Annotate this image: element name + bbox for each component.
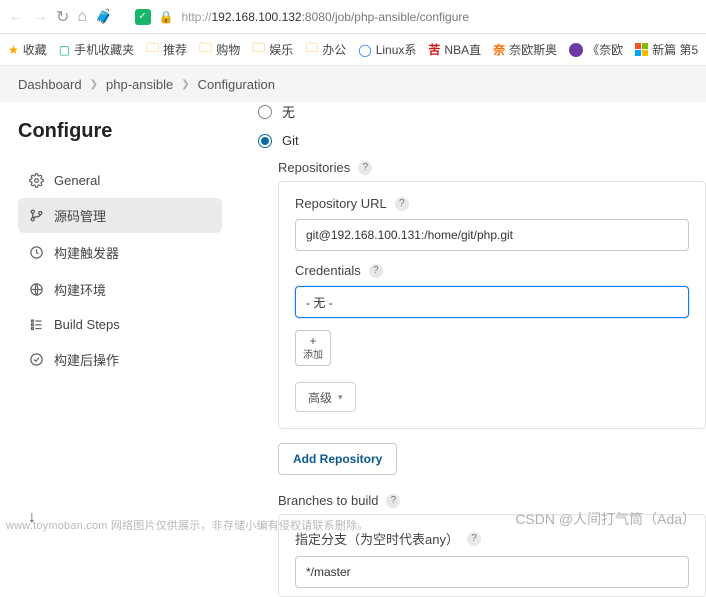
phone-icon: ▢ <box>59 43 70 57</box>
advanced-dropdown[interactable]: 高级 ▾ <box>295 382 356 412</box>
bookmark-item[interactable]: 新篇 第5 <box>635 41 698 58</box>
repositories-header: Repositories ? <box>278 160 706 175</box>
sidebar-item-build-steps[interactable]: Build Steps <box>18 309 222 340</box>
radio-checked-icon <box>258 134 272 148</box>
chevron-right-icon: ❯ <box>90 79 98 90</box>
clock-icon <box>28 245 44 260</box>
star-icon: ★ <box>8 43 19 57</box>
microsoft-icon <box>635 43 648 56</box>
globe-icon <box>28 282 44 297</box>
bookmark-item[interactable]: 🗀购物 <box>199 39 240 61</box>
branches-header: Branches to build ? <box>278 493 706 508</box>
help-icon[interactable]: ? <box>395 197 409 211</box>
bookmark-item[interactable]: ◯Linux系 <box>358 41 416 58</box>
bookmark-item[interactable]: 苦NBA直 <box>428 41 481 58</box>
repository-box: Repository URL ? Credentials ? + 添加 高级 ▾ <box>278 181 706 429</box>
folder-icon: 🗀 <box>199 39 212 61</box>
credentials-label: Credentials ? <box>295 263 689 278</box>
sidebar-item-label: 构建触发器 <box>54 243 119 262</box>
scm-option-git[interactable]: Git <box>258 133 706 148</box>
watermark-left: www.toymoban.com 网络图片仅供展示，非存储小编有侵权请联系删除。 <box>6 517 368 533</box>
chevron-down-icon: ▾ <box>338 392 343 403</box>
shield-icon: ✓ <box>135 9 151 25</box>
steps-icon <box>28 317 44 332</box>
add-credentials-button[interactable]: + 添加 <box>295 330 331 366</box>
sidebar-item-post-build[interactable]: 构建后操作 <box>18 342 222 377</box>
bookmark-favorites[interactable]: ★收藏 <box>8 41 47 58</box>
forward-button[interactable]: → <box>32 8 48 26</box>
sidebar-item-label: Build Steps <box>54 317 120 332</box>
add-repository-button[interactable]: Add Repository <box>278 443 397 475</box>
app-icon <box>569 43 583 57</box>
breadcrumb-link[interactable]: Dashboard <box>18 77 82 92</box>
chevron-right-icon: ❯ <box>181 79 189 90</box>
bookmark-item[interactable]: 🗀推荐 <box>146 39 187 61</box>
sidebar-item-label: 构建环境 <box>54 280 106 299</box>
radio-label: Git <box>282 133 299 148</box>
page-title: Configure <box>18 120 222 143</box>
bookmark-item[interactable]: 🗀办公 <box>305 39 346 61</box>
check-gear-icon <box>28 352 44 367</box>
sidebar-item-triggers[interactable]: 构建触发器 <box>18 235 222 270</box>
circle-icon: ◯ <box>358 43 371 57</box>
sidebar-item-label: General <box>54 173 100 188</box>
help-icon[interactable]: ? <box>369 264 383 278</box>
help-icon[interactable]: ? <box>386 494 400 508</box>
gear-icon <box>28 173 44 188</box>
sidebar-item-general[interactable]: General <box>18 165 222 196</box>
briefcase-icon: 🧳 <box>95 8 112 25</box>
repo-url-label: Repository URL ? <box>295 196 689 211</box>
sidebar-item-scm[interactable]: 源码管理 <box>18 198 222 233</box>
reload-button[interactable]: ↻ <box>56 7 69 27</box>
repo-url-input[interactable] <box>295 219 689 251</box>
folder-icon: 🗀 <box>305 39 318 61</box>
breadcrumb-current: Configuration <box>198 77 275 92</box>
url-bar[interactable]: http://192.168.100.132:8080/job/php-ansi… <box>181 10 469 24</box>
breadcrumb-link[interactable]: php-ansible <box>106 77 173 92</box>
credentials-select[interactable] <box>295 286 689 318</box>
bookmark-item[interactable]: 🗀娱乐 <box>252 39 293 61</box>
bookmark-item[interactable]: 《奈欧 <box>569 41 623 58</box>
bookmark-item[interactable]: 奈奈欧斯奥 <box>493 41 557 58</box>
watermark-right: CSDN @人间打气筒（Ada） <box>515 509 696 529</box>
breadcrumb: Dashboard ❯ php-ansible ❯ Configuration <box>0 66 706 102</box>
bookmark-item[interactable]: ▢手机收藏夹 <box>59 41 134 58</box>
home-button[interactable]: ⌂ <box>77 8 87 26</box>
sidebar-item-label: 构建后操作 <box>54 350 119 369</box>
sidebar-item-environment[interactable]: 构建环境 <box>18 272 222 307</box>
radio-label: 无 <box>282 102 295 121</box>
branch-spec-input[interactable] <box>295 556 689 588</box>
folder-icon: 🗀 <box>252 39 265 61</box>
browser-toolbar: ← → ↻ ⌂ 🧳 ✓ 🔒 http://192.168.100.132:808… <box>0 0 706 34</box>
radio-icon <box>258 105 272 119</box>
app-icon: 奈 <box>493 41 505 58</box>
folder-icon: 🗀 <box>146 39 159 61</box>
back-button[interactable]: ← <box>8 8 24 26</box>
help-icon[interactable]: ? <box>358 161 372 175</box>
branch-icon <box>28 208 44 223</box>
plus-icon: + <box>309 335 316 348</box>
sidebar-item-label: 源码管理 <box>54 206 106 225</box>
scm-option-none[interactable]: 无 <box>258 102 706 121</box>
lock-warning-icon: 🔒 <box>159 10 174 24</box>
app-icon: 苦 <box>428 41 440 58</box>
bookmarks-bar: ★收藏 ▢手机收藏夹 🗀推荐 🗀购物 🗀娱乐 🗀办公 ◯Linux系 苦NBA直… <box>0 34 706 66</box>
